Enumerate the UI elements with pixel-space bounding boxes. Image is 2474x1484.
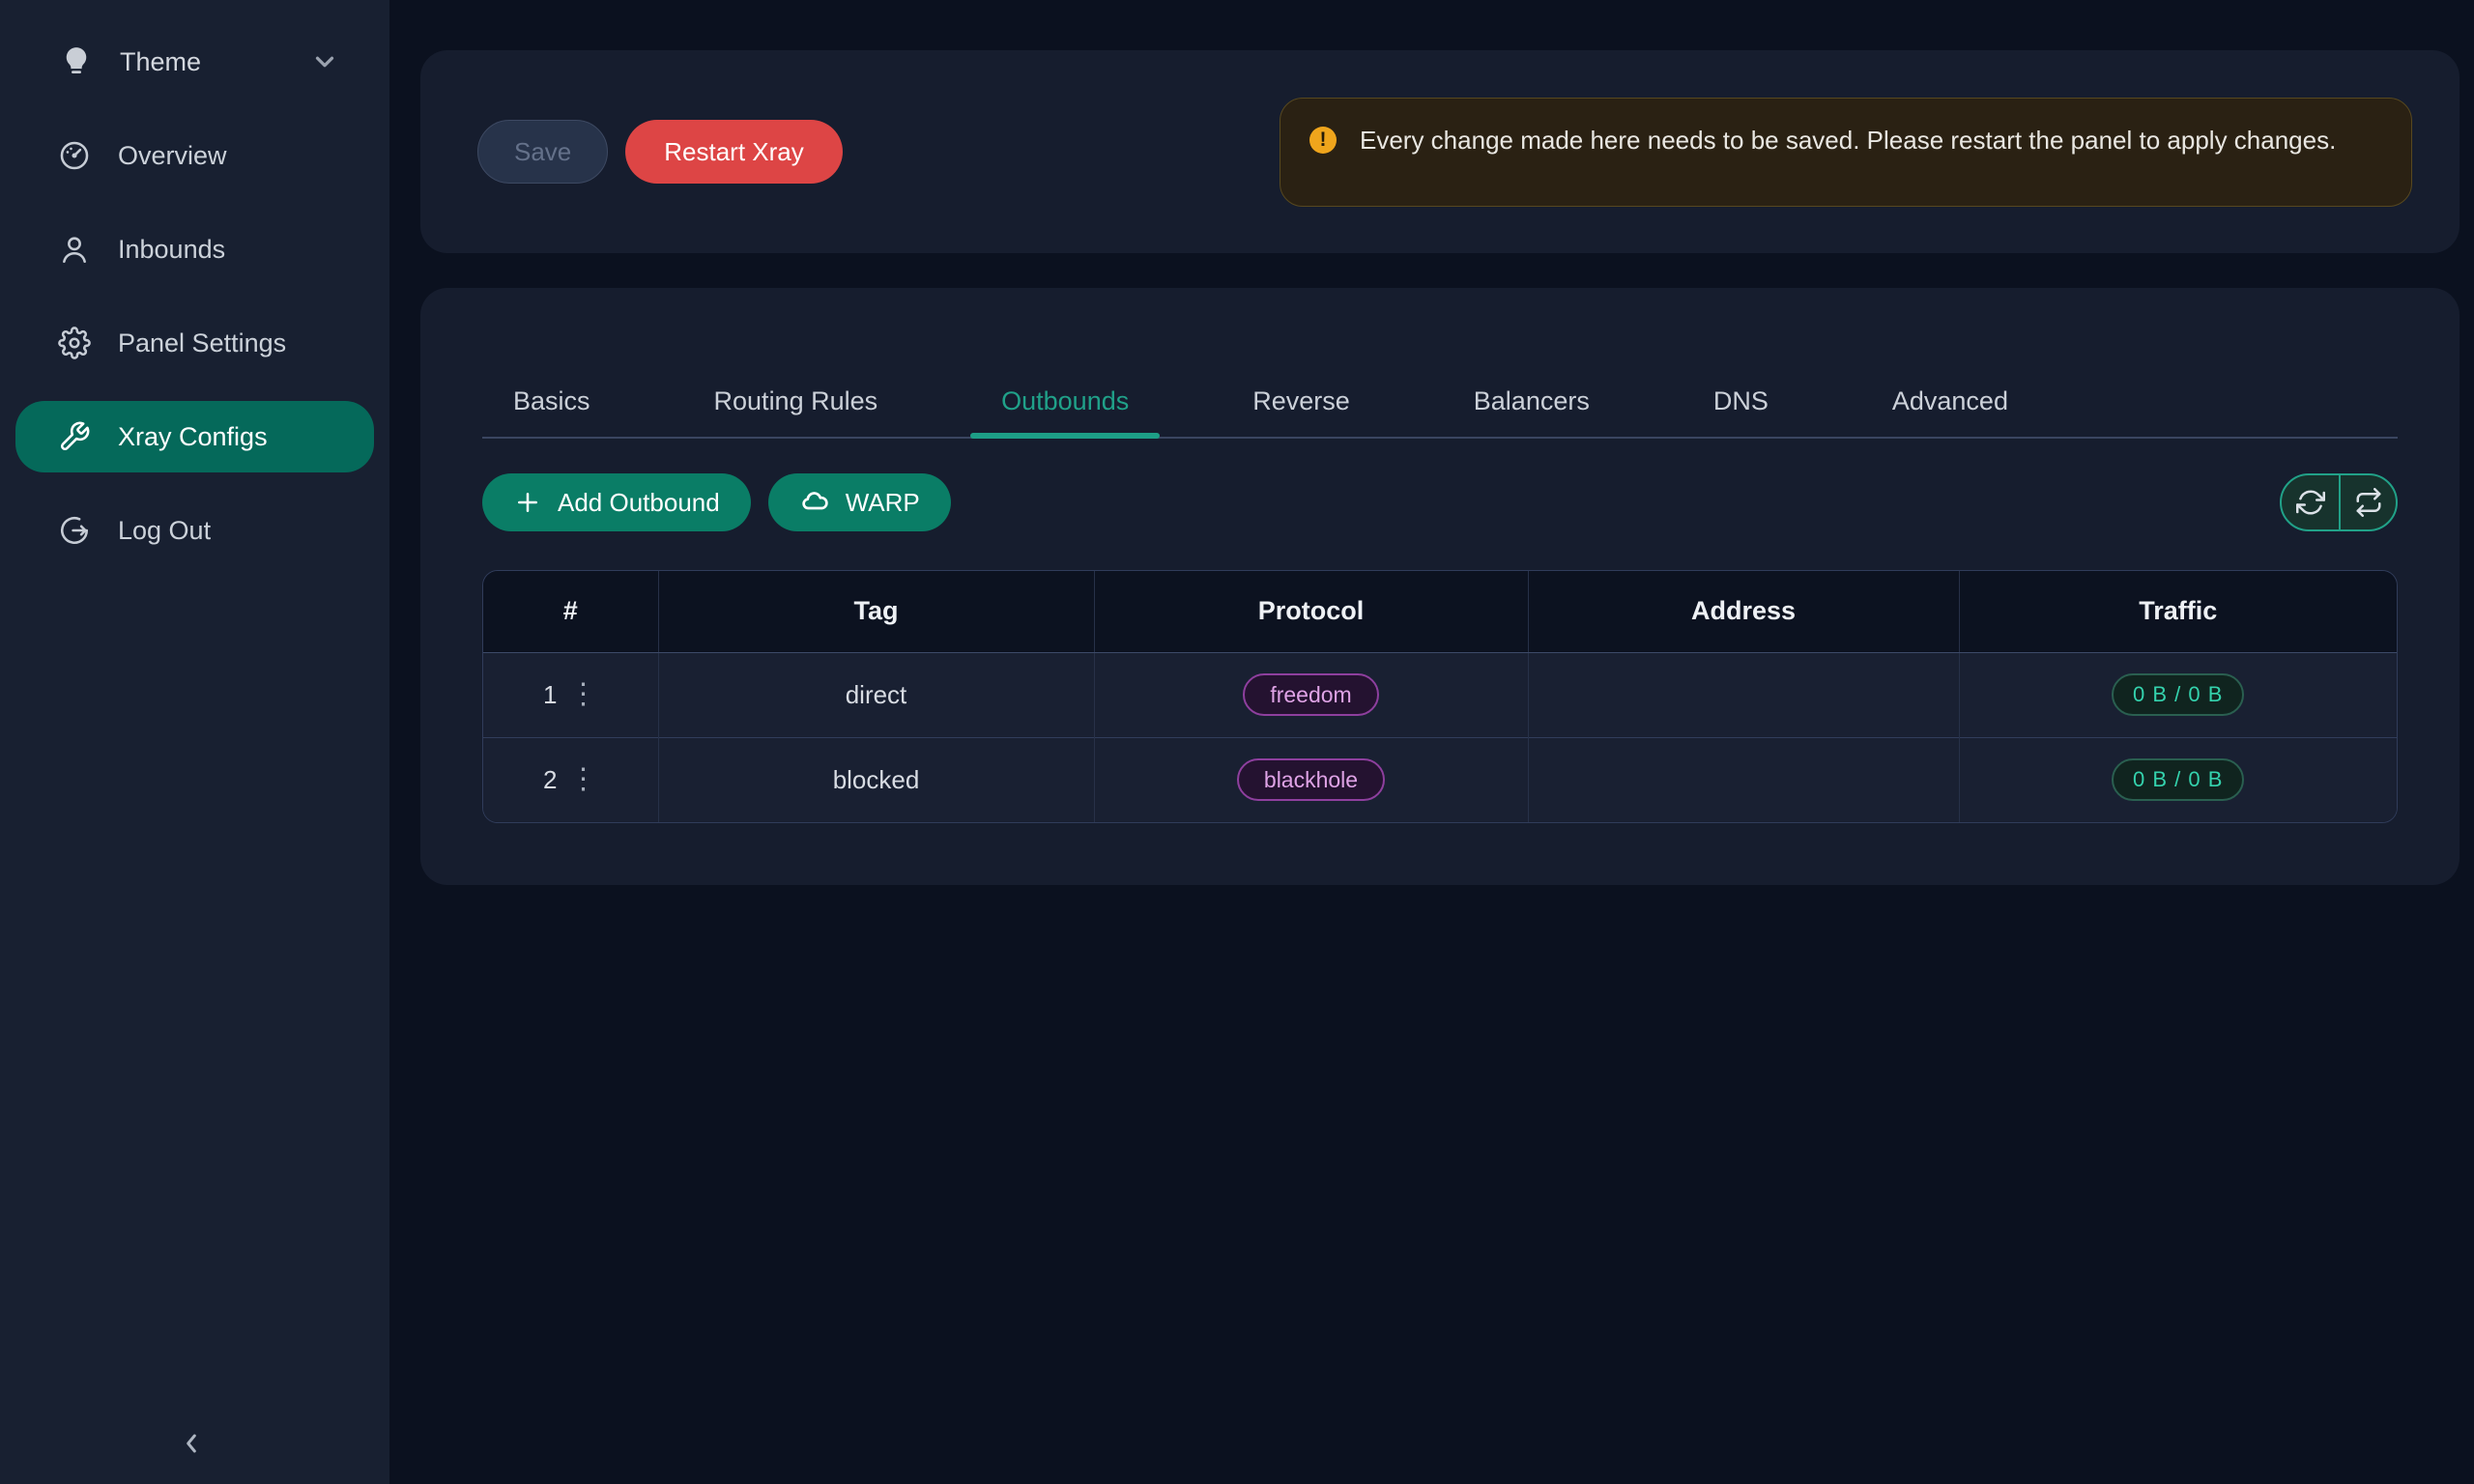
sidebar-item-logout[interactable]: Log Out bbox=[15, 495, 374, 566]
alert-message: Every change made here needs to be saved… bbox=[1360, 120, 2336, 160]
traffic-badge: 0 B / 0 B bbox=[2112, 673, 2244, 716]
theme-label: Theme bbox=[120, 47, 310, 77]
tab-advanced[interactable]: Advanced bbox=[1861, 365, 2039, 437]
outbounds-table: # Tag Protocol Address Traffic 1 ⋮ bbox=[482, 570, 2398, 823]
traffic-badge: 0 B / 0 B bbox=[2112, 758, 2244, 801]
lightbulb-icon bbox=[60, 45, 93, 78]
col-header-traffic: Traffic bbox=[1959, 571, 2397, 652]
table-row: 2 ⋮ blocked blackhole 0 B / 0 B bbox=[483, 737, 2397, 822]
save-button[interactable]: Save bbox=[477, 120, 608, 184]
address-cell bbox=[1528, 652, 1959, 737]
add-outbound-label: Add Outbound bbox=[558, 488, 720, 518]
main-content: Save Restart Xray ! Every change made he… bbox=[389, 0, 2474, 1484]
sidebar-item-label: Inbounds bbox=[118, 235, 225, 265]
sidebar-item-xray-configs[interactable]: Xray Configs bbox=[15, 401, 374, 472]
refresh-icon bbox=[2296, 488, 2325, 517]
tab-outbounds[interactable]: Outbounds bbox=[970, 365, 1160, 437]
wrench-icon bbox=[58, 420, 91, 453]
tag-cell: blocked bbox=[658, 737, 1094, 822]
col-header-address: Address bbox=[1528, 571, 1959, 652]
user-icon bbox=[58, 233, 91, 266]
warp-label: WARP bbox=[846, 488, 920, 518]
gear-icon bbox=[58, 327, 91, 359]
warp-button[interactable]: WARP bbox=[768, 473, 951, 531]
logout-icon bbox=[58, 514, 91, 547]
chevron-left-icon bbox=[176, 1428, 207, 1459]
config-tabs: Basics Routing Rules Outbounds Reverse B… bbox=[482, 288, 2398, 439]
col-header-protocol: Protocol bbox=[1094, 571, 1528, 652]
address-cell bbox=[1528, 737, 1959, 822]
sidebar-collapse-button[interactable] bbox=[164, 1416, 218, 1470]
tab-routing-rules[interactable]: Routing Rules bbox=[683, 365, 909, 437]
sidebar-item-inbounds[interactable]: Inbounds bbox=[15, 214, 374, 285]
table-tools-group bbox=[2280, 473, 2398, 531]
sidebar-item-overview[interactable]: Overview bbox=[15, 120, 374, 191]
protocol-badge: freedom bbox=[1243, 673, 1378, 716]
tab-balancers[interactable]: Balancers bbox=[1443, 365, 1621, 437]
row-index: 2 bbox=[543, 765, 557, 795]
reset-traffic-button[interactable] bbox=[2339, 475, 2396, 529]
theme-selector[interactable]: Theme bbox=[60, 33, 339, 91]
row-index: 1 bbox=[543, 680, 557, 710]
refresh-button[interactable] bbox=[2282, 475, 2339, 529]
tab-basics[interactable]: Basics bbox=[482, 365, 621, 437]
toolbar-buttons: Save Restart Xray bbox=[477, 120, 843, 184]
add-outbound-button[interactable]: Add Outbound bbox=[482, 473, 751, 531]
table-row: 1 ⋮ direct freedom 0 B / 0 B bbox=[483, 652, 2397, 737]
xray-config-card: Basics Routing Rules Outbounds Reverse B… bbox=[420, 288, 2460, 885]
cloud-icon bbox=[799, 487, 830, 518]
sidebar-menu: Overview Inbounds Panel Settings bbox=[0, 120, 389, 566]
sidebar-item-label: Overview bbox=[118, 141, 227, 171]
col-header-index: # bbox=[483, 571, 658, 652]
gauge-icon bbox=[58, 139, 91, 172]
toolbar-card: Save Restart Xray ! Every change made he… bbox=[420, 50, 2460, 253]
chevron-down-icon bbox=[310, 47, 339, 76]
warning-icon: ! bbox=[1309, 127, 1337, 154]
restart-xray-button[interactable]: Restart Xray bbox=[625, 120, 843, 184]
col-header-tag: Tag bbox=[658, 571, 1094, 652]
row-menu-button[interactable]: ⋮ bbox=[568, 765, 597, 794]
sidebar-item-label: Panel Settings bbox=[118, 328, 286, 358]
protocol-badge: blackhole bbox=[1237, 758, 1385, 801]
sidebar: Theme Overview bbox=[0, 0, 389, 1484]
row-menu-button[interactable]: ⋮ bbox=[568, 680, 597, 709]
outbounds-actions-row: Add Outbound WARP bbox=[482, 473, 2398, 531]
sidebar-item-label: Log Out bbox=[118, 516, 211, 546]
restart-warning-alert: ! Every change made here needs to be sav… bbox=[1280, 98, 2412, 207]
table-header-row: # Tag Protocol Address Traffic bbox=[483, 571, 2397, 652]
tag-cell: direct bbox=[658, 652, 1094, 737]
sidebar-item-panel-settings[interactable]: Panel Settings bbox=[15, 307, 374, 379]
plus-icon bbox=[513, 488, 542, 517]
sidebar-item-label: Xray Configs bbox=[118, 422, 268, 452]
tab-reverse[interactable]: Reverse bbox=[1222, 365, 1381, 437]
repeat-icon bbox=[2354, 488, 2383, 517]
tab-dns[interactable]: DNS bbox=[1683, 365, 1799, 437]
